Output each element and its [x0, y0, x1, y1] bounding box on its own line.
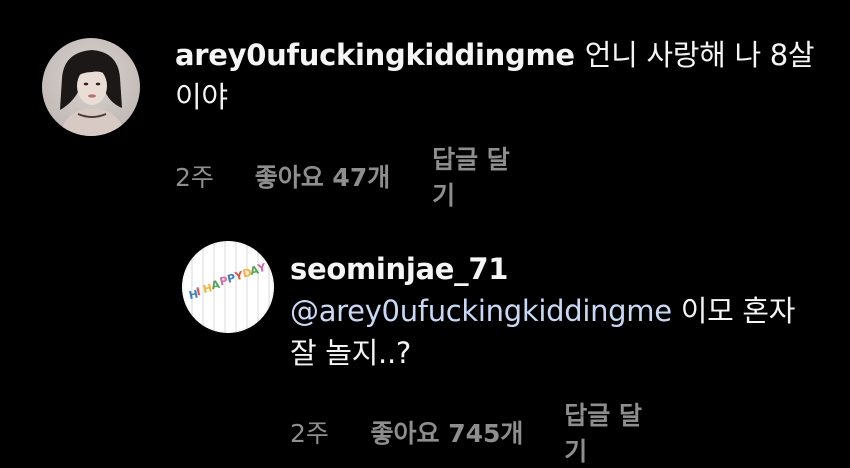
comment-timestamp[interactable]: 2주 [175, 158, 255, 194]
reply-reply-button[interactable]: 답글 달기 [564, 396, 647, 468]
reply-meta: 2주 좋아요 745개 답글 달기 [290, 396, 647, 468]
comment-likes-count[interactable]: 좋아요 47개 [255, 158, 432, 194]
comment-text-block: arey0ufuckingkiddingme 언니 사랑해 나 8살이야 [175, 34, 825, 118]
reply-timestamp[interactable]: 2주 [290, 414, 370, 450]
reply-likes-count[interactable]: 좋아요 745개 [370, 414, 564, 450]
comment-reply-button[interactable]: 답글 달기 [432, 140, 514, 212]
comment-username[interactable]: arey0ufuckingkiddingme [175, 38, 575, 72]
happy-day-banner-image: H I H A P P Y D A Y [182, 241, 274, 333]
portrait-avatar-image [42, 38, 140, 136]
reply-text-block: seominjae_71 @arey0ufuckingkiddingme 이모 … [290, 248, 830, 374]
reply-username[interactable]: seominjae_71 [290, 248, 820, 290]
comment-meta: 2주 좋아요 47개 답글 달기 [175, 140, 514, 212]
commenter-avatar[interactable] [42, 38, 140, 136]
reply-avatar[interactable]: H I H A P P Y D A Y [182, 241, 274, 333]
reply-mention[interactable]: @arey0ufuckingkiddingme [290, 294, 681, 328]
